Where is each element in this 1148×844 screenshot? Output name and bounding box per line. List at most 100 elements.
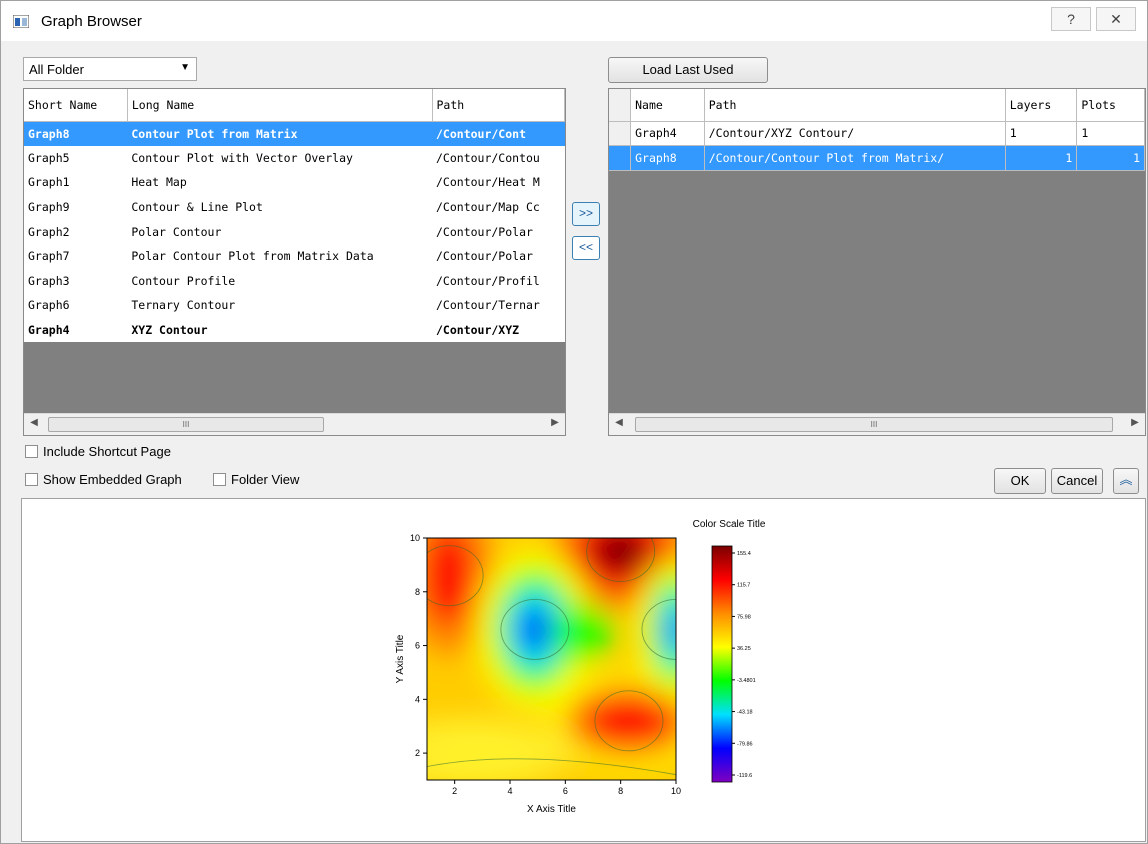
column-header-long-name[interactable]: Long Name [127,89,433,122]
color-scale-bar [711,545,733,783]
contour-band [427,538,476,628]
color-scale-tick-label: -79.86 [737,741,753,747]
available-graphs-table: Short Name Long Name Path Graph8 Contour … [23,88,566,436]
collapse-preview-button[interactable]: ︽ [1113,468,1139,494]
x-tick-label: 10 [671,786,681,796]
show-embedded-graph-checkbox[interactable]: Show Embedded Graph [25,472,182,490]
include-shortcut-checkbox[interactable]: Include Shortcut Page [25,444,171,462]
cancel-button[interactable]: Cancel [1051,468,1103,494]
contour-band [518,605,551,654]
column-header-path[interactable]: Path [704,89,1006,122]
cell-long-name: XYZ Contour [127,317,432,343]
cell-long-name: Contour Profile [127,268,432,294]
column-header-short-name[interactable]: Short Name [24,89,128,122]
cell-long-name: Polar Contour [127,219,432,244]
checkbox-box[interactable] [213,473,226,486]
table-row[interactable]: Graph4/Contour/XYZ Contour/1 1 [609,121,1145,147]
color-scale-tick-label: 115.7 [737,583,750,589]
checkbox-box[interactable] [25,445,38,458]
table-row[interactable]: Graph5 Contour Plot with Vector Overlay/C… [24,145,565,171]
scroll-right-icon[interactable]: ▶ [1128,417,1142,428]
close-button[interactable]: ✕ [1096,7,1136,31]
cell-name: Graph8 [630,145,705,171]
show-embedded-graph-label: Show Embedded Graph [43,472,182,487]
double-chevron-up-icon: ︽ [1119,472,1133,487]
graph-preview-panel: 2 4 6 8 10 2 4 6 8 10 X Axis Title Y Axis Title Col… [21,498,1146,842]
contour-band [592,538,649,574]
table-row[interactable]: Graph7 Polar Contour Plot from Matrix Dat… [24,243,565,269]
scroll-left-icon[interactable]: ◀ [27,417,41,428]
table-row[interactable]: Graph3 Contour Profile/Contour/Profil [24,268,565,294]
table-row[interactable]: Graph4 XYZ Contour/Contour/XYZ [24,317,565,343]
contour-band [427,717,576,780]
dropdown-arrow-icon: ▼ [180,62,190,73]
load-last-used-button[interactable]: Load Last Used [608,57,768,83]
scroll-left-icon[interactable]: ◀ [612,417,626,428]
row-header-corner [609,89,632,122]
ok-button[interactable]: OK [994,468,1046,494]
cell-path: /Contour/XYZ Contour/ [704,121,1006,147]
color-scale-tick-label: -3.4801 [737,678,756,684]
horizontal-scrollbar[interactable]: ◀ III ▶ [24,413,565,435]
cell-short-name: Graph9 [24,194,128,220]
column-header-name[interactable]: Name [630,89,705,122]
cell-path: /Contour/XYZ [432,317,565,343]
graph-browser-dialog: Graph Browser ? ✕ All Folder ▼ Load Last… [0,0,1148,844]
table-row[interactable]: Graph6 Ternary Contour/Contour/Ternar [24,293,565,318]
remove-from-selection-button[interactable]: << [572,236,600,260]
y-tick-label: 2 [415,748,420,758]
row-header[interactable] [609,145,632,171]
cell-short-name: Graph3 [24,268,128,294]
cell-path: /Contour/Contou [432,145,565,171]
y-tick-label: 4 [415,694,420,704]
window-title: Graph Browser [41,13,142,30]
cell-plots: 1 [1076,121,1145,147]
horizontal-scrollbar[interactable]: ◀ III ▶ [609,413,1145,435]
folder-view-checkbox[interactable]: Folder View [213,472,299,490]
cell-path: /Contour/Heat M [432,170,565,195]
cell-short-name: Graph4 [24,317,128,343]
table-row[interactable]: Graph8/Contour/Contour Plot from Matrix/… [609,145,1145,171]
cell-short-name: Graph2 [24,219,128,244]
row-header[interactable] [609,121,632,147]
contour-plot: 2 4 6 8 10 2 4 6 8 10 X Axis Title Y Axis Title Col… [395,519,766,815]
table-row[interactable]: Graph8 Contour Plot from Matrix/Contour/C… [24,121,565,146]
cell-plots: 1 [1076,145,1145,171]
add-to-selection-button[interactable]: >> [572,202,600,226]
x-tick-label: 8 [618,786,623,796]
folder-select-value: All Folder [29,62,84,77]
cell-short-name: Graph7 [24,243,128,269]
column-header-layers[interactable]: Layers [1005,89,1078,122]
color-scale-title: Color Scale Title [693,519,766,530]
cell-short-name: Graph6 [24,293,128,318]
title-bar: Graph Browser ? ✕ [1,1,1147,41]
table-row[interactable]: Graph1 Heat Map/Contour/Heat M [24,170,565,195]
y-tick-label: 8 [415,587,420,597]
column-header-plots[interactable]: Plots [1076,89,1145,122]
scroll-right-icon[interactable]: ▶ [548,417,562,428]
table-row[interactable]: Graph2 Polar Contour/Contour/Polar [24,219,565,244]
column-header-path[interactable]: Path [432,89,565,122]
color-scale-tick-label: -119.6 [737,773,752,779]
help-button[interactable]: ? [1051,7,1091,31]
cell-layers: 1 [1005,145,1078,171]
cell-long-name: Heat Map [127,170,432,195]
color-scale-tick-label: 155.4 [737,551,751,557]
cell-long-name: Contour Plot with Vector Overlay [127,145,432,171]
contour-band [582,696,675,745]
cell-long-name: Contour Plot from Matrix [127,121,432,146]
y-tick-label: 6 [415,641,420,651]
cell-short-name: Graph8 [24,121,128,146]
x-tick-label: 2 [452,786,457,796]
x-axis-title: X Axis Title [527,804,576,815]
scroll-thumb[interactable]: III [635,417,1113,432]
y-tick-label: 10 [410,533,420,543]
app-icon [13,15,29,28]
y-axis-title: Y Axis Title [395,634,406,683]
folder-select[interactable]: All Folder ▼ [23,57,197,81]
table-row[interactable]: Graph9 Contour & Line Plot/Contour/Map Cc [24,194,565,220]
cell-path: /Contour/Profil [432,268,565,294]
scroll-thumb[interactable]: III [48,417,324,432]
checkbox-box[interactable] [25,473,38,486]
cell-short-name: Graph5 [24,145,128,171]
